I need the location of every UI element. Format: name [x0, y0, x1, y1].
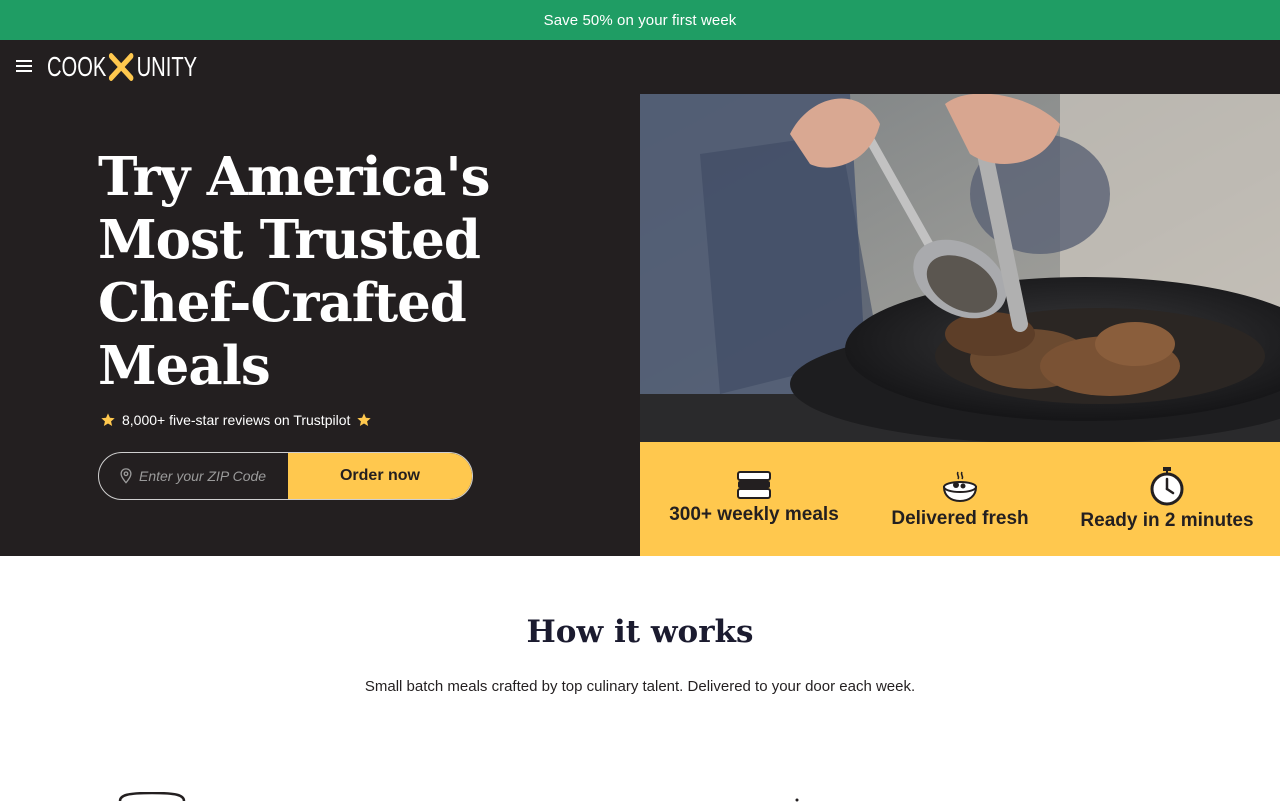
reviews-text: 8,000+ five-star reviews on Trustpilot — [122, 412, 351, 428]
how-it-works-section: How it works Small batch meals crafted b… — [0, 556, 1280, 802]
site-header: COOK UNITY — [0, 40, 1280, 94]
hero-section: Try America's Most Trusted Chef-Crafted … — [0, 94, 640, 556]
star-icon — [101, 413, 115, 426]
logo[interactable]: COOK UNITY — [47, 50, 197, 84]
stopwatch-icon — [1150, 467, 1184, 506]
promo-banner[interactable]: Save 50% on your first week — [0, 0, 1280, 40]
section-title: How it works — [526, 614, 754, 650]
section-subtitle: Small batch meals crafted by top culinar… — [364, 678, 916, 695]
feature-weekly-meals: 300+ weekly meals — [664, 470, 844, 526]
order-now-button[interactable]: Order now — [288, 453, 472, 499]
meal-containers-icon — [737, 471, 771, 499]
feature-label: Ready in 2 minutes — [1080, 510, 1254, 531]
hamburger-icon[interactable] — [16, 60, 32, 74]
feature-label: 300+ weekly meals — [669, 504, 839, 525]
step-icon — [118, 792, 186, 802]
logo-text-cook: COOK — [47, 51, 107, 82]
zip-order-form: Order now — [98, 452, 473, 500]
crossed-utensils-icon — [109, 53, 134, 81]
hero-title: Try America's Most Trusted Chef-Crafted … — [98, 146, 490, 397]
trustpilot-reviews: 8,000+ five-star reviews on Trustpilot — [100, 412, 372, 428]
bowl-icon — [942, 471, 978, 503]
zip-input[interactable] — [139, 468, 279, 484]
step-icon — [795, 798, 799, 802]
zip-field-wrapper — [99, 453, 288, 499]
feature-delivered-fresh: Delivered fresh — [880, 470, 1040, 530]
feature-label: Delivered fresh — [891, 508, 1029, 529]
features-bar: 300+ weekly meals Delivered fresh Ready … — [640, 442, 1280, 556]
hero-video[interactable] — [640, 94, 1280, 442]
logo-text-unity: UNITY — [136, 51, 198, 82]
feature-ready-in-2-minutes: Ready in 2 minutes — [1072, 466, 1262, 532]
location-pin-icon — [120, 468, 132, 484]
star-icon — [357, 413, 372, 426]
promo-text: Save 50% on your first week — [543, 11, 737, 29]
cooking-video-frame — [640, 94, 1280, 442]
